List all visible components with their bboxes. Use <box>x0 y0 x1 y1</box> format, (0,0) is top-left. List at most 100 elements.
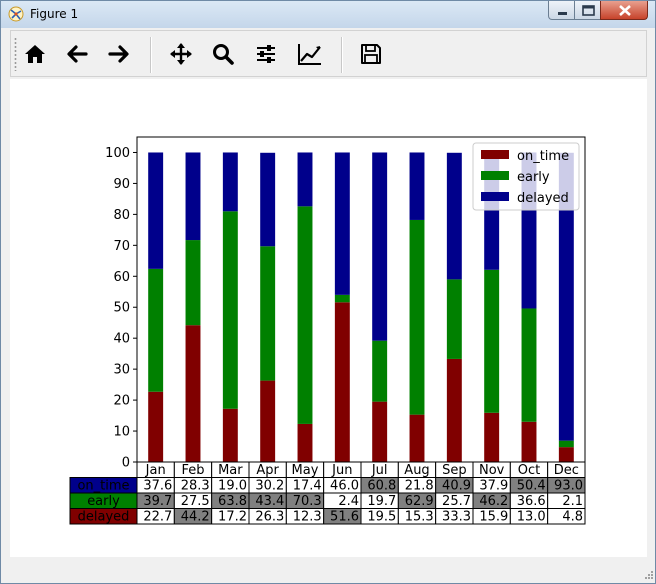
bar-early-dec[interactable] <box>558 440 574 448</box>
y-tick-label: 60 <box>113 270 130 285</box>
bar-on_time-mar[interactable] <box>222 408 238 462</box>
table-cell-value: 19.0 <box>218 479 247 494</box>
bar-delayed-aug[interactable] <box>409 152 425 220</box>
table-cell-value: 27.5 <box>181 494 210 509</box>
legend-swatch-on_time <box>481 150 509 159</box>
bar-early-jan[interactable] <box>148 268 164 392</box>
bar-early-may[interactable] <box>297 206 313 424</box>
bar-early-oct[interactable] <box>521 308 537 422</box>
table-cell-value: 44.2 <box>181 510 210 525</box>
bar-early-jul[interactable] <box>372 340 388 402</box>
save-button[interactable] <box>356 39 386 69</box>
configure-subplots-button[interactable] <box>251 39 281 69</box>
bar-on_time-feb[interactable] <box>185 325 201 462</box>
bar-on_time-may[interactable] <box>297 423 313 462</box>
bar-on_time-apr[interactable] <box>260 380 276 462</box>
bar-early-sep[interactable] <box>446 279 462 359</box>
y-tick-label: 80 <box>113 208 130 223</box>
table-row-label: on_time <box>77 479 129 494</box>
bar-delayed-may[interactable] <box>297 152 313 207</box>
edit-axis-button[interactable] <box>295 39 325 69</box>
table-cell-value: 17.4 <box>293 479 322 494</box>
x-category-label: Oct <box>518 463 540 478</box>
x-category-label: Dec <box>554 463 579 478</box>
bar-on_time-dec[interactable] <box>558 447 574 462</box>
bar-on_time-nov[interactable] <box>484 412 500 462</box>
bar-delayed-sep[interactable] <box>446 152 462 280</box>
bar-delayed-apr[interactable] <box>260 152 276 247</box>
table-cell-value: 37.9 <box>479 479 508 494</box>
legend-swatch-early <box>481 171 509 180</box>
x-category-label: Jun <box>331 463 352 478</box>
bar-on_time-oct[interactable] <box>521 421 537 462</box>
close-icon <box>619 5 631 16</box>
table-cell-value: 37.6 <box>143 479 172 494</box>
configure-subplots-icon <box>257 45 275 63</box>
forward-arrow-icon <box>108 45 129 63</box>
bar-early-feb[interactable] <box>185 240 201 326</box>
table-cell-value: 50.4 <box>517 479 546 494</box>
y-tick-label: 100 <box>105 146 130 161</box>
zoom-button[interactable] <box>208 39 238 69</box>
legend-swatch-delayed <box>481 192 509 201</box>
x-category-label: Mar <box>218 463 243 478</box>
table-cell-value: 17.2 <box>218 510 247 525</box>
bar-on_time-aug[interactable] <box>409 414 425 462</box>
pan-button[interactable] <box>166 39 196 69</box>
y-tick-label: 30 <box>113 363 130 378</box>
bar-delayed-jun[interactable] <box>334 152 350 295</box>
bar-delayed-jan[interactable] <box>148 152 164 269</box>
bar-delayed-mar[interactable] <box>222 152 238 212</box>
close-button[interactable] <box>600 1 648 20</box>
x-category-label: Feb <box>181 463 204 478</box>
bar-delayed-feb[interactable] <box>185 152 201 241</box>
bar-early-aug[interactable] <box>409 219 425 415</box>
resize-grip-icon[interactable] <box>642 570 654 582</box>
table-cell-value: 51.6 <box>330 510 359 525</box>
minimize-button[interactable] <box>548 1 575 20</box>
minimize-icon <box>558 12 567 15</box>
toolbar-separator <box>341 37 343 73</box>
table-cell-value: 36.6 <box>517 494 546 509</box>
title-bar[interactable]: Figure 1 <box>1 1 655 28</box>
table-cell-value: 19.5 <box>367 510 396 525</box>
legend-label-delayed: delayed <box>517 191 569 206</box>
x-category-label: Aug <box>404 463 429 478</box>
x-category-label: Jan <box>145 463 166 478</box>
toolbar-grip[interactable] <box>14 37 17 71</box>
bar-early-apr[interactable] <box>260 246 276 381</box>
x-category-label: Apr <box>256 463 279 478</box>
table-cell-value: 62.9 <box>405 494 434 509</box>
table-cell-value: 93.0 <box>554 479 583 494</box>
y-tick-label: 50 <box>113 301 130 316</box>
bar-early-jun[interactable] <box>334 294 350 303</box>
maximize-button[interactable] <box>574 1 601 20</box>
table-cell-value: 26.3 <box>255 510 284 525</box>
bar-early-nov[interactable] <box>484 269 500 413</box>
bar-delayed-jul[interactable] <box>372 152 388 341</box>
table-cell-value: 19.7 <box>367 494 396 509</box>
figure-canvas[interactable]: 0 10 20 30 40 50 60 70 80 90 100 on_time early delaye… <box>10 79 647 557</box>
bar-on_time-jan[interactable] <box>148 391 164 462</box>
table-cell-value: 13.0 <box>517 510 546 525</box>
x-category-label: Sep <box>442 463 467 478</box>
home-button[interactable] <box>20 39 50 69</box>
table-cell-value: 2.4 <box>338 494 359 509</box>
bar-on_time-sep[interactable] <box>446 358 462 462</box>
figure-window: Figure 1 0 10 20 30 40 50 60 70 80 90 10… <box>0 0 656 584</box>
edit-axis-curve-icon <box>298 44 321 65</box>
y-tick-label: 10 <box>113 425 130 440</box>
bar-early-mar[interactable] <box>222 211 238 409</box>
forward-button[interactable] <box>104 39 134 69</box>
back-button[interactable] <box>62 39 92 69</box>
legend-label-on_time: on_time <box>517 149 569 164</box>
stacked-bar-chart[interactable]: 0102030405060708090100 on_timeearlydelaye… <box>10 79 647 557</box>
status-bar <box>2 557 655 583</box>
bar-on_time-jul[interactable] <box>372 401 388 462</box>
x-category-label: May <box>292 463 319 478</box>
bar-on_time-jun[interactable] <box>334 302 350 462</box>
x-category-label: Jul <box>371 463 388 478</box>
table-cell-value: 15.3 <box>405 510 434 525</box>
table-cell-value: 40.9 <box>442 479 471 494</box>
table-cell-value: 43.4 <box>255 494 284 509</box>
